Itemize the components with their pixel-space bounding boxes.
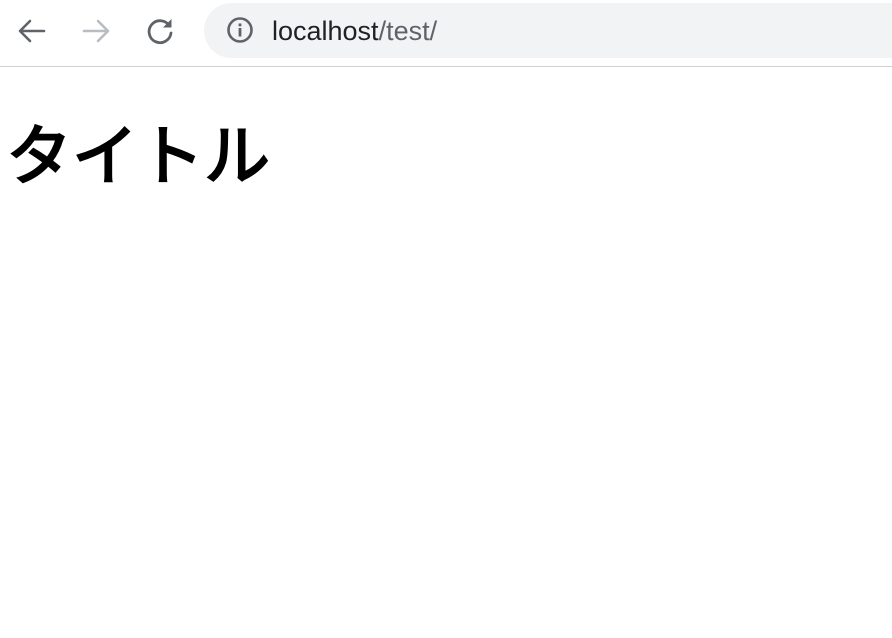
address-path: /test/ xyxy=(378,16,438,46)
address-host: localhost xyxy=(272,16,379,46)
reload-icon xyxy=(147,19,173,45)
page-title: タイトル xyxy=(6,118,270,195)
address-text[interactable]: localhost/test/ xyxy=(272,13,437,49)
reload-button[interactable] xyxy=(139,10,181,52)
info-circle-icon[interactable] xyxy=(226,16,254,44)
browser-toolbar: localhost/test/ xyxy=(0,0,892,67)
forward-button[interactable] xyxy=(75,10,117,52)
arrow-right-icon xyxy=(82,19,110,43)
back-button[interactable] xyxy=(11,10,53,52)
address-bar[interactable]: localhost/test/ xyxy=(204,3,892,58)
page-content: タイトル xyxy=(0,67,892,638)
arrow-left-icon xyxy=(18,19,46,43)
